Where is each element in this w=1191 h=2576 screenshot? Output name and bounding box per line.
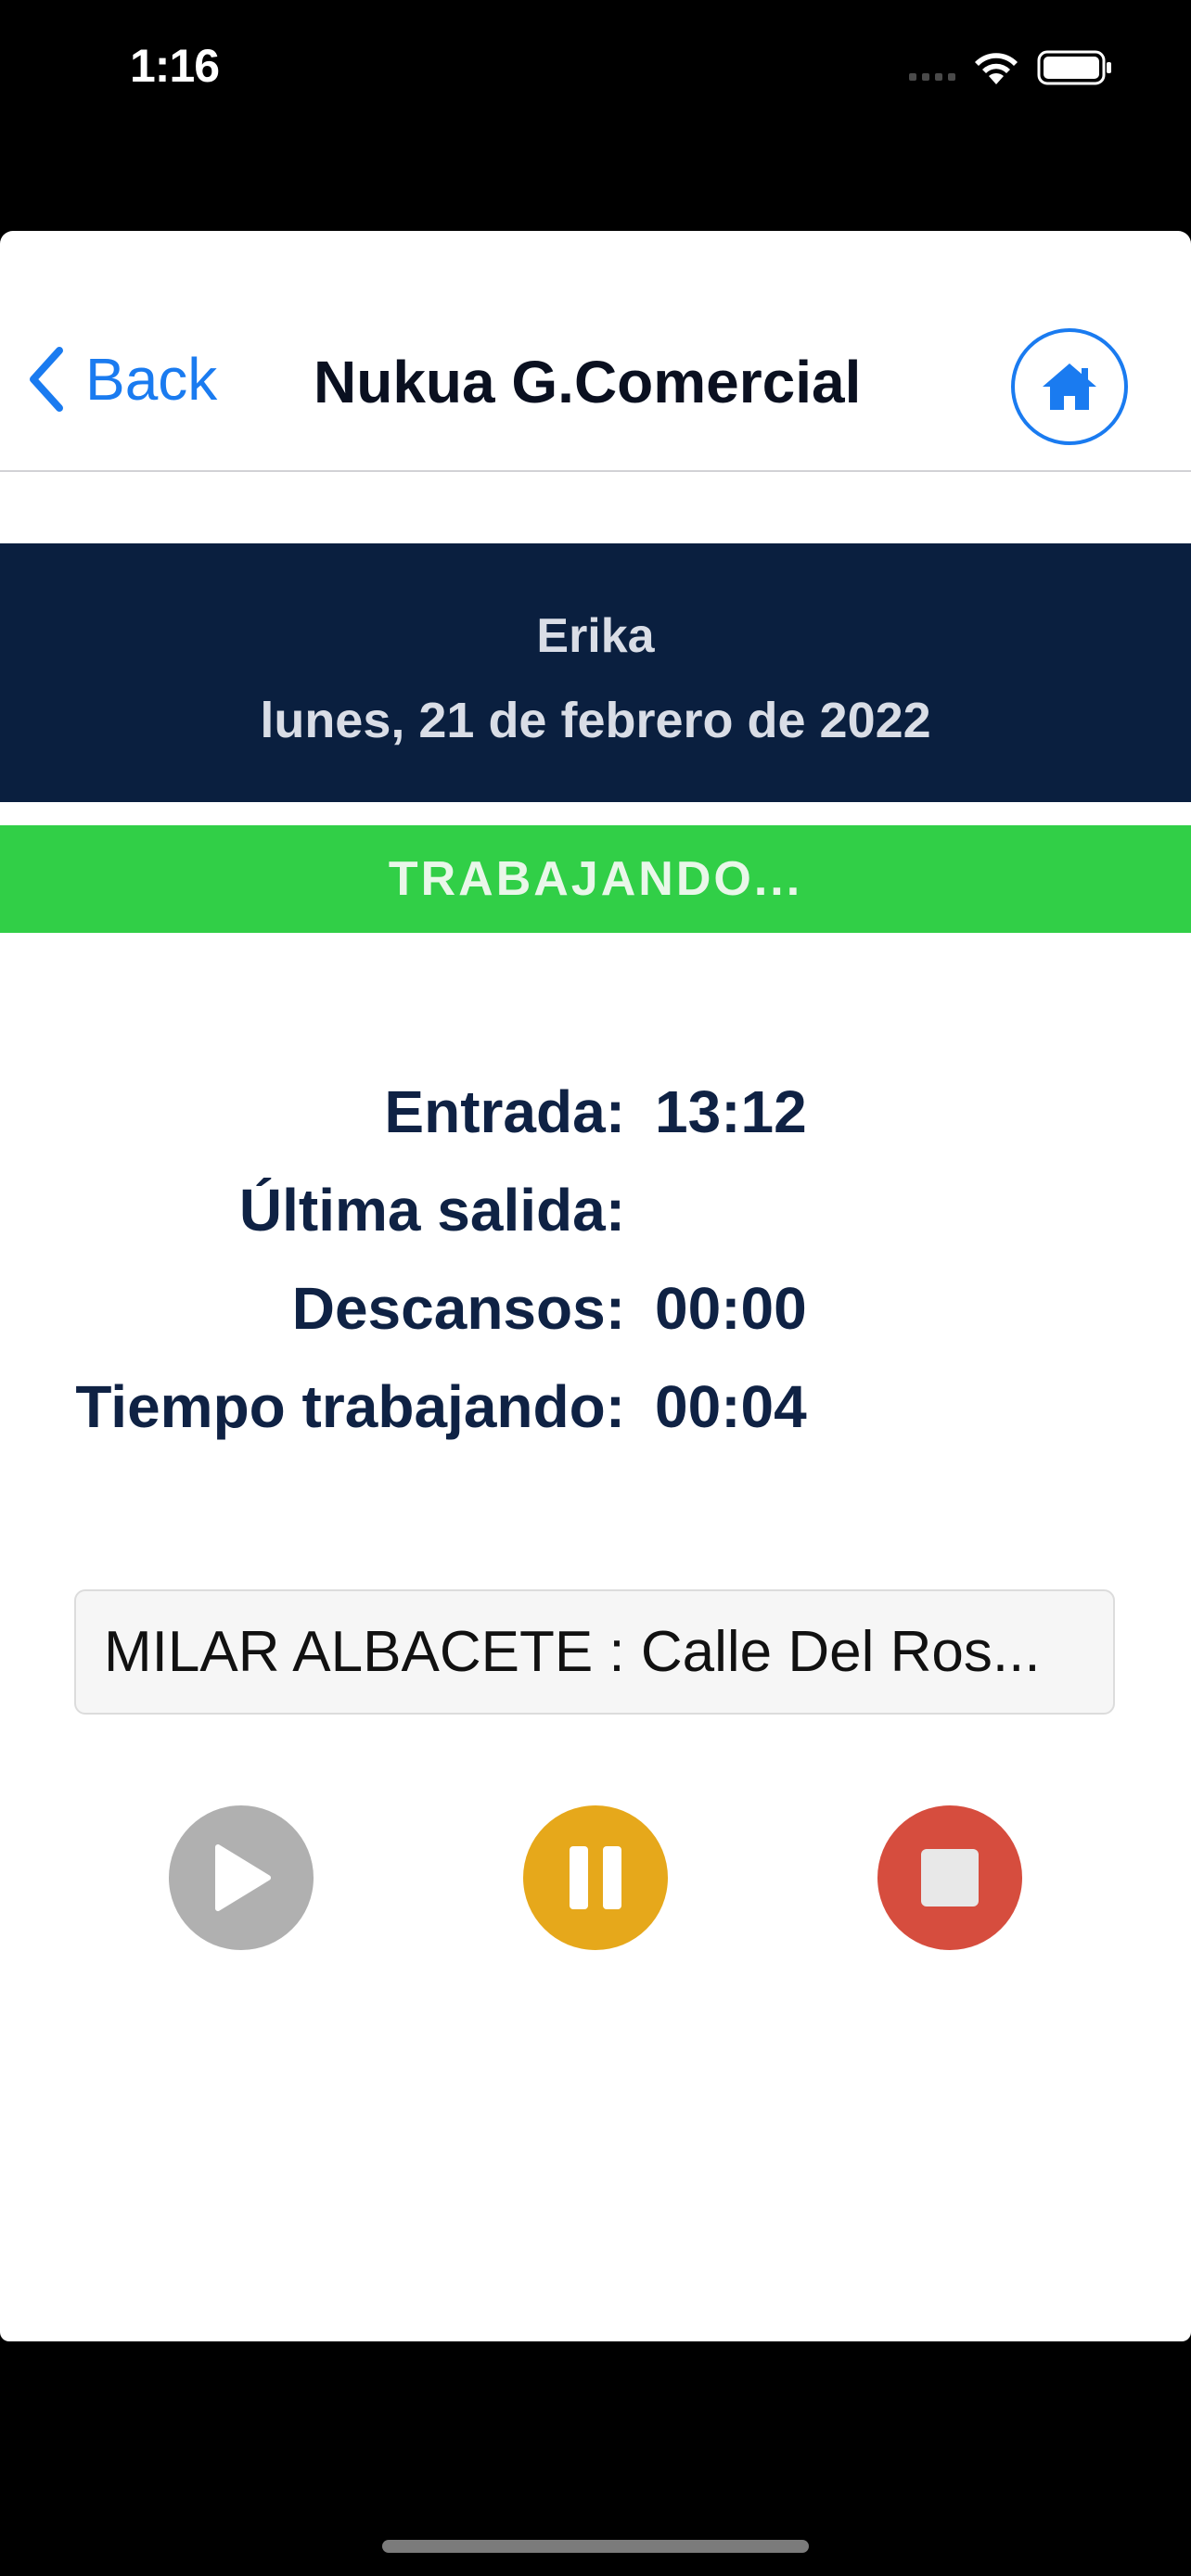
- battery-icon: [1037, 50, 1111, 85]
- info-label: Última salida:: [238, 1177, 625, 1243]
- home-icon: [1043, 363, 1096, 410]
- info-value: 00:04: [655, 1373, 807, 1440]
- info-label: Entrada:: [384, 1078, 625, 1145]
- info-value: 00:00: [655, 1275, 807, 1342]
- status-bar: 1:16: [0, 0, 1191, 139]
- employee-name: Erika: [536, 609, 655, 663]
- info-label: Tiempo trabajando:: [75, 1373, 625, 1440]
- current-date: lunes, 21 de febrero de 2022: [260, 693, 931, 748]
- info-row-tiempo-trabajando: Tiempo trabajando: 00:04: [0, 1372, 1191, 1447]
- info-label: Descansos:: [291, 1275, 625, 1342]
- home-indicator: [382, 2540, 809, 2553]
- wifi-icon: [975, 53, 1018, 84]
- signal-dots-icon: [909, 73, 955, 81]
- back-label: Back: [85, 346, 218, 413]
- pause-button[interactable]: [523, 1805, 668, 1950]
- home-button[interactable]: [1011, 328, 1128, 445]
- stop-button[interactable]: [877, 1805, 1022, 1950]
- status-banner: TRABAJANDO...: [0, 825, 1191, 933]
- navigation-bar: Back Nukua G.Comercial: [0, 231, 1191, 472]
- stop-icon: [921, 1849, 979, 1906]
- info-row-descansos: Descansos: 00:00: [0, 1274, 1191, 1348]
- back-button[interactable]: Back: [28, 342, 217, 416]
- pause-icon: [570, 1846, 621, 1909]
- status-icons: [909, 48, 1113, 87]
- page-title: Nukua G.Comercial: [314, 349, 862, 415]
- chevron-left-icon: [30, 347, 63, 412]
- info-row-ultima-salida: Última salida:: [0, 1176, 1191, 1250]
- info-row-entrada: Entrada: 13:12: [0, 1078, 1191, 1152]
- play-button[interactable]: [169, 1805, 314, 1950]
- status-time: 1:16: [130, 40, 220, 92]
- employee-header: Erika lunes, 21 de febrero de 2022: [0, 543, 1191, 802]
- play-icon: [215, 1844, 271, 1911]
- main-sheet: Back Nukua G.Comercial Erika lunes, 21 d…: [0, 231, 1191, 2341]
- location-select[interactable]: MILAR ALBACETE : Calle Del Ros...: [74, 1589, 1115, 1715]
- info-value: 13:12: [655, 1078, 807, 1145]
